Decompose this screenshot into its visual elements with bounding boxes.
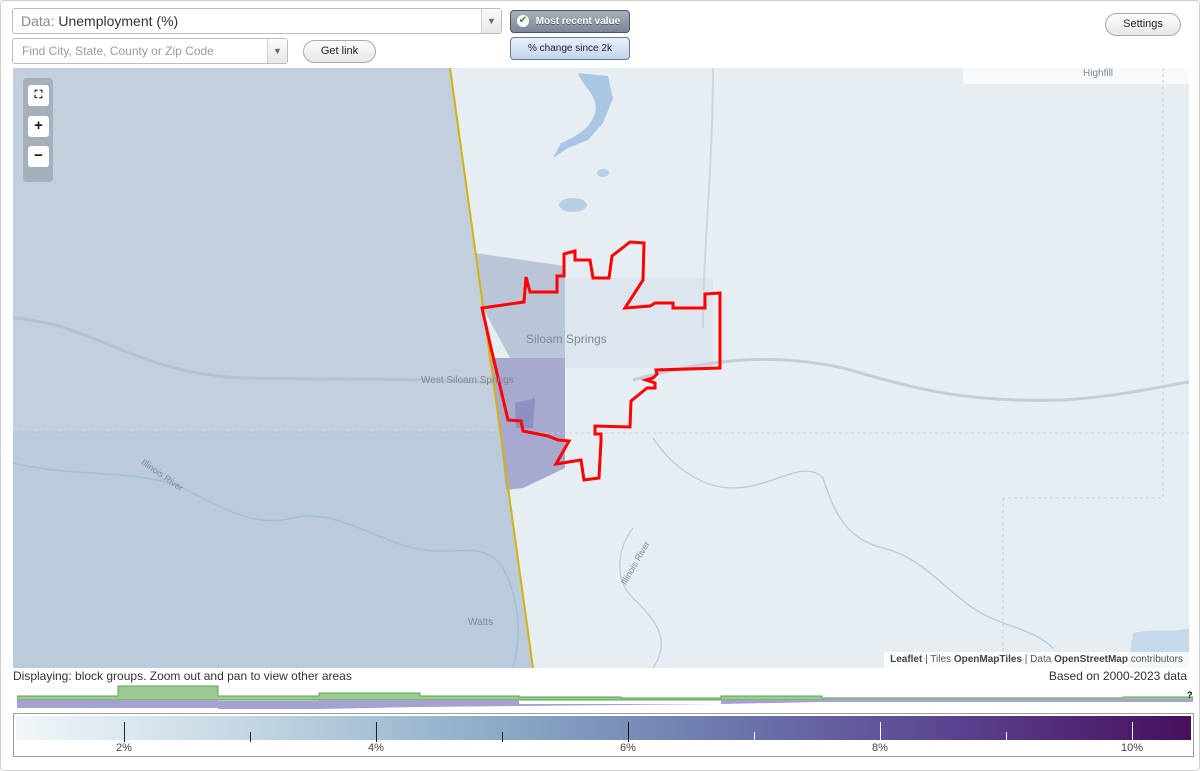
data-select-value: Unemployment (%) xyxy=(58,13,179,29)
openmaptiles-link[interactable]: OpenMapTiles xyxy=(954,654,1022,665)
lake-small-2 xyxy=(597,169,609,177)
legend-tick xyxy=(1006,732,1007,742)
map-label-west-siloam-springs: West Siloam Springs xyxy=(421,375,514,386)
legend-tick xyxy=(250,732,251,742)
legend-tick xyxy=(628,722,629,742)
map-label-highfill: Highfill xyxy=(1083,68,1114,79)
tiles-prefix: | Tiles xyxy=(925,654,952,665)
map-view[interactable]: Siloam Springs West Siloam Springs Watts… xyxy=(13,68,1189,668)
fit-screen-icon[interactable]: ⛶ xyxy=(28,85,49,106)
lake-small-1 xyxy=(559,198,587,212)
legend-label-2: 2% xyxy=(116,742,132,754)
blockgroup-dark-purple xyxy=(515,398,535,428)
leaflet-link[interactable]: Leaflet xyxy=(890,654,922,665)
legend-gradient-bar xyxy=(16,716,1191,742)
map-label-watts: Watts xyxy=(468,617,494,628)
most-recent-value-label: Most recent value xyxy=(535,16,621,27)
data-years-note: Based on 2000-2023 data xyxy=(1048,669,1187,683)
legend-tick xyxy=(124,722,125,742)
histogram-local-series xyxy=(17,685,1193,701)
legend-label-4: 4% xyxy=(368,742,384,754)
legend-label-10: 10% xyxy=(1120,742,1144,754)
data-prefix: | Data xyxy=(1024,654,1052,665)
blockgroup-city-center xyxy=(565,278,713,368)
data-select-label: Data: xyxy=(21,13,55,29)
legend-tick xyxy=(376,722,377,742)
legend-label-6: 6% xyxy=(620,742,636,754)
openstreetmap-link[interactable]: OpenStreetMap xyxy=(1054,654,1128,665)
contributors-text: contributors xyxy=(1130,654,1183,665)
zoom-out-button[interactable]: − xyxy=(28,146,49,167)
map-top-right-area xyxy=(963,68,1189,84)
most-recent-value-button[interactable]: ✔ Most recent value xyxy=(510,10,630,33)
map-label-siloam-springs: Siloam Springs xyxy=(526,332,607,346)
histogram-help-icon[interactable]: ? xyxy=(1187,690,1193,700)
map-canvas[interactable] xyxy=(13,68,1189,668)
west-lower-shade xyxy=(13,432,533,668)
displaying-status: Displaying: block groups. Zoom out and p… xyxy=(13,669,352,683)
zoom-controls: ⛶ + − xyxy=(23,78,53,182)
checkmark-icon: ✔ xyxy=(517,15,529,27)
location-search[interactable]: ▼ xyxy=(12,38,288,64)
legend-label-8: 8% xyxy=(872,742,888,754)
location-search-input[interactable] xyxy=(13,39,268,63)
dropdown-arrow-icon[interactable]: ▼ xyxy=(481,9,501,33)
search-dropdown-arrow-icon[interactable]: ▼ xyxy=(267,39,287,63)
legend-tick xyxy=(502,732,503,742)
settings-button[interactable]: Settings xyxy=(1105,13,1181,36)
legend-tick xyxy=(754,732,755,742)
data-variable-select[interactable]: Data: Unemployment (%) ▼ xyxy=(12,8,502,34)
app-frame: Data: Unemployment (%) ▼ ▼ Get link ✔ Mo… xyxy=(0,0,1200,771)
distribution-histogram xyxy=(17,685,1193,709)
map-attribution: Leaflet | Tiles OpenMapTiles | Data Open… xyxy=(884,652,1189,668)
legend-tick xyxy=(880,722,881,742)
color-legend: 2% 4% 6% 8% 10% xyxy=(13,713,1194,757)
zoom-in-button[interactable]: + xyxy=(28,116,49,137)
get-link-button[interactable]: Get link xyxy=(303,40,376,63)
percent-change-button[interactable]: % change since 2k xyxy=(510,37,630,60)
legend-tick xyxy=(1132,722,1133,742)
